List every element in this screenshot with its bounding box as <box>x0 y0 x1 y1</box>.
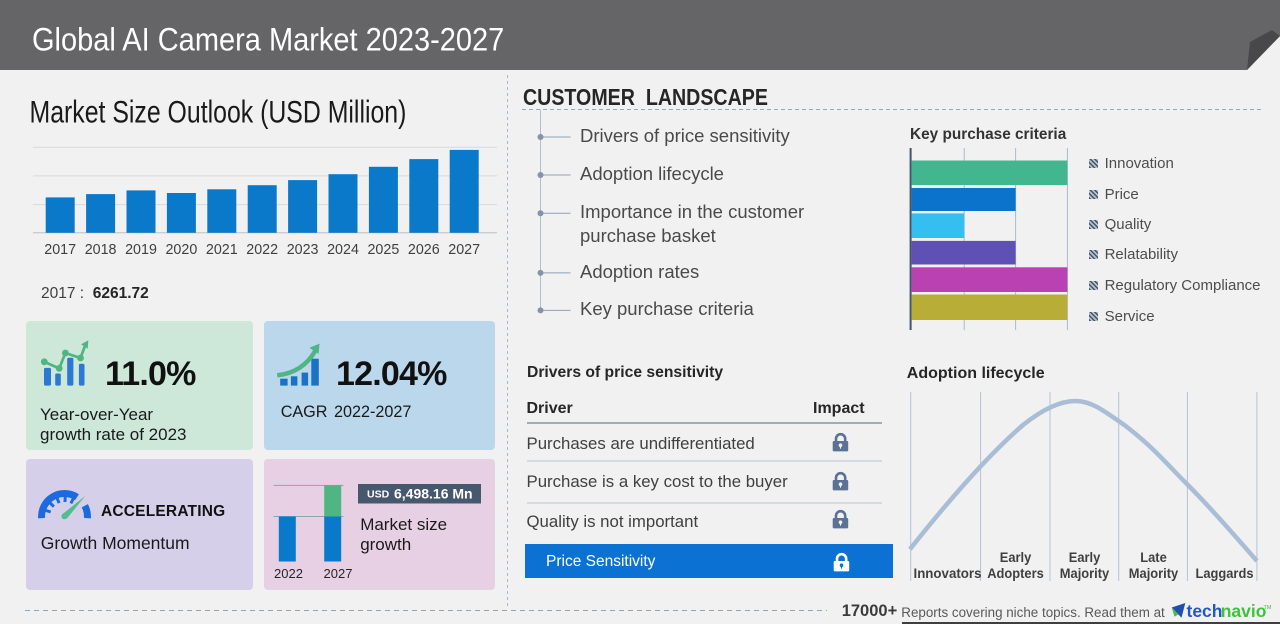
svg-text:2023: 2023 <box>287 242 319 258</box>
svg-text:2022: 2022 <box>246 242 278 258</box>
svg-text:2020: 2020 <box>165 242 197 258</box>
svg-text:2021: 2021 <box>206 242 238 258</box>
svg-text:2027: 2027 <box>324 566 353 581</box>
svg-text:2025: 2025 <box>367 242 399 258</box>
svg-text:TM: TM <box>1264 605 1272 611</box>
svg-text:USD: USD <box>367 489 390 501</box>
svg-text:2017: 2017 <box>44 242 76 258</box>
svg-text:navio: navio <box>1221 602 1267 621</box>
svg-text:2027: 2027 <box>448 242 480 258</box>
svg-text:2024: 2024 <box>327 242 359 258</box>
svg-text:2018: 2018 <box>85 242 117 258</box>
svg-text:6,498.16 Mn: 6,498.16 Mn <box>394 486 473 502</box>
svg-text:2026: 2026 <box>408 242 440 258</box>
svg-text:tech: tech <box>1187 602 1223 621</box>
svg-text:2022: 2022 <box>274 566 303 581</box>
svg-text:2019: 2019 <box>125 242 157 258</box>
